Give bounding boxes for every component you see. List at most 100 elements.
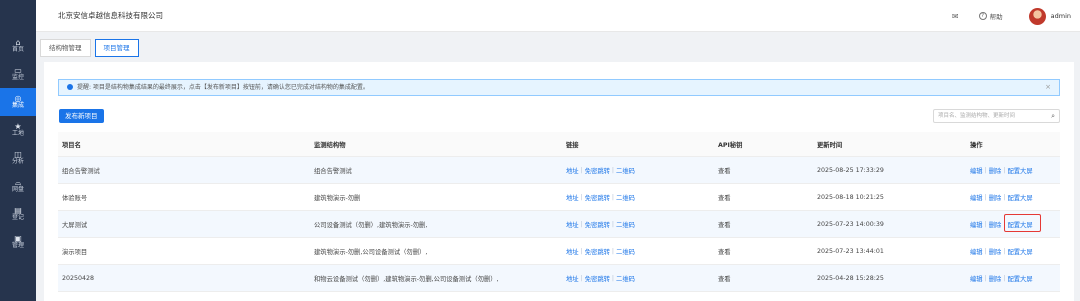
links-cell: 地址 | 免密跳转 | 二维码 bbox=[566, 238, 635, 264]
link-address[interactable]: 地址 bbox=[566, 166, 579, 175]
link-address[interactable]: 地址 bbox=[566, 193, 579, 202]
link-qrcode[interactable]: 二维码 bbox=[616, 166, 635, 175]
project-name-cell: 20250428 bbox=[62, 274, 95, 282]
link-qrcode[interactable]: 二维码 bbox=[616, 274, 635, 283]
updated-time-cell: 2025-04-28 15:28:25 bbox=[817, 274, 884, 282]
project-name-cell: 组合告警测试 bbox=[62, 167, 100, 175]
sidebar-item-7[interactable]: ▣ 管理 bbox=[0, 228, 36, 256]
info-alert: 提醒: 项目是结构物集成结果的最终展示，点击【发布新项目】按钮前，请确认您已完成… bbox=[58, 79, 1060, 96]
main-panel: 提醒: 项目是结构物集成结果的最终展示，点击【发布新项目】按钮前，请确认您已完成… bbox=[44, 62, 1074, 301]
links-cell: 地址 | 免密跳转 | 二维码 bbox=[566, 211, 635, 237]
edit-button[interactable]: 编辑 bbox=[970, 220, 983, 229]
separator: | bbox=[1003, 274, 1006, 282]
separator: | bbox=[611, 274, 615, 282]
sidebar-item-label: 工地 bbox=[11, 129, 24, 137]
edit-button[interactable]: 编辑 bbox=[970, 193, 983, 202]
link-address[interactable]: 地址 bbox=[566, 220, 579, 229]
sidebar-item-1[interactable]: ▭ 监控 bbox=[0, 60, 36, 88]
configure-screen-button[interactable]: 配置大屏 bbox=[1007, 247, 1032, 256]
sidebar-item-2[interactable]: ◎ 集成 bbox=[0, 88, 36, 116]
api-key-cell[interactable]: 查看 bbox=[718, 211, 731, 237]
actions-cell: 编辑 | 删除 | 配置大屏 bbox=[970, 265, 1033, 291]
link-password-free[interactable]: 免密跳转 bbox=[585, 247, 610, 256]
delete-button[interactable]: 删除 bbox=[989, 193, 1002, 202]
links-cell: 地址 | 免密跳转 | 二维码 bbox=[566, 265, 635, 291]
search-input[interactable]: 项目名、监测结构物、更新时间 ⌕ bbox=[933, 109, 1060, 123]
sidebar-item-0[interactable]: ⌂ 首页 bbox=[0, 32, 36, 60]
edit-button[interactable]: 编辑 bbox=[970, 274, 983, 283]
structure-cell: 组合告警测试 bbox=[314, 167, 352, 175]
link-password-free[interactable]: 免密跳转 bbox=[585, 274, 610, 283]
separator: | bbox=[580, 274, 583, 282]
tab-project-management[interactable]: 项目管理 bbox=[94, 39, 139, 57]
delete-button[interactable]: 删除 bbox=[989, 166, 1002, 175]
configure-screen-button[interactable]: 配置大屏 bbox=[1007, 193, 1032, 202]
top-header: 北京安信卓越信息科技有限公司 ✉ ? 帮助 admin bbox=[36, 0, 1080, 32]
sidebar-item-label: 登记 bbox=[11, 213, 24, 221]
api-key-cell[interactable]: 查看 bbox=[718, 238, 731, 264]
link-password-free[interactable]: 免密跳转 bbox=[585, 193, 610, 202]
delete-button[interactable]: 删除 bbox=[989, 220, 1002, 229]
api-key-cell[interactable]: 查看 bbox=[718, 184, 731, 210]
tab-structure-management[interactable]: 结构物管理 bbox=[40, 39, 91, 57]
configure-screen-button[interactable]: 配置大屏 bbox=[1007, 274, 1032, 283]
project-name-cell: 大屏测试 bbox=[62, 221, 88, 229]
actions-cell: 编辑 | 删除 | 配置大屏 bbox=[970, 157, 1033, 183]
sidebar-item-label: 首页 bbox=[11, 45, 24, 53]
sidebar-item-label: 集成 bbox=[11, 101, 24, 109]
separator: | bbox=[580, 220, 583, 228]
app-root: ⌂ 首页 ▭ 监控 ◎ 集成 ★ 工地 ◫ 分析 ⌓ 网盘 ▤ 登记 ▣ 管理 北京安信卓越信息科技有限公司 … bbox=[0, 0, 1080, 301]
edit-button[interactable]: 编辑 bbox=[970, 247, 983, 256]
avatar[interactable] bbox=[1028, 7, 1046, 25]
close-icon[interactable]: × bbox=[1045, 80, 1051, 95]
link-address[interactable]: 地址 bbox=[566, 247, 579, 256]
actions-cell: 编辑 | 删除 | 配置大屏 bbox=[970, 184, 1033, 210]
delete-button[interactable]: 删除 bbox=[989, 247, 1002, 256]
link-qrcode[interactable]: 二维码 bbox=[616, 193, 635, 202]
link-qrcode[interactable]: 二维码 bbox=[616, 220, 635, 229]
separator: | bbox=[984, 166, 987, 174]
structure-cell: 建筑物演示-勿删 bbox=[314, 194, 361, 202]
search-icon[interactable]: ⌕ bbox=[1051, 110, 1055, 122]
link-password-free[interactable]: 免密跳转 bbox=[585, 220, 610, 229]
sidebar-item-5[interactable]: ⌓ 网盘 bbox=[0, 172, 36, 200]
sidebar-item-label: 网盘 bbox=[11, 185, 24, 193]
sidebar: ⌂ 首页 ▭ 监控 ◎ 集成 ★ 工地 ◫ 分析 ⌓ 网盘 ▤ 登记 ▣ 管理 bbox=[0, 0, 36, 301]
separator: | bbox=[984, 193, 987, 201]
api-key-cell[interactable]: 查看 bbox=[718, 265, 731, 291]
publish-project-button[interactable]: 发布新项目 bbox=[59, 109, 104, 123]
tab-bar: 结构物管理 项目管理 bbox=[40, 39, 143, 57]
link-password-free[interactable]: 免密跳转 bbox=[585, 166, 610, 175]
sidebar-item-3[interactable]: ★ 工地 bbox=[0, 116, 36, 144]
configure-screen-button[interactable]: 配置大屏 bbox=[1007, 166, 1032, 175]
help-link[interactable]: ? 帮助 bbox=[978, 11, 1003, 21]
separator: | bbox=[1003, 193, 1006, 201]
updated-time-cell: 2025-07-23 13:44:01 bbox=[817, 247, 884, 255]
sidebar-item-6[interactable]: ▤ 登记 bbox=[0, 200, 36, 228]
project-name-cell: 体验账号 bbox=[62, 194, 88, 202]
project-table: 项目名 监测结构物 链接 API秘钥 更新时间 操作 组合告警测试 组合告警测试 地址 | 免密跳转… bbox=[58, 132, 1060, 292]
user-name[interactable]: admin bbox=[1051, 12, 1071, 20]
mail-icon[interactable]: ✉ bbox=[952, 12, 959, 21]
separator: | bbox=[1003, 166, 1006, 174]
column-header: 链接 bbox=[566, 141, 579, 149]
structure-cell: 和物云设备测试（勿删）,建筑物演示-勿删,公司设备测试（勿删）, bbox=[314, 275, 499, 283]
column-header: 更新时间 bbox=[817, 141, 843, 149]
link-qrcode[interactable]: 二维码 bbox=[616, 247, 635, 256]
updated-time-cell: 2025-07-23 14:00:39 bbox=[817, 220, 884, 228]
links-cell: 地址 | 免密跳转 | 二维码 bbox=[566, 184, 635, 210]
edit-button[interactable]: 编辑 bbox=[970, 166, 983, 175]
column-header: 监测结构物 bbox=[314, 141, 346, 149]
separator: | bbox=[580, 166, 583, 174]
sidebar-item-label: 监控 bbox=[11, 73, 24, 81]
table-header-row: 项目名 监测结构物 链接 API秘钥 更新时间 操作 bbox=[58, 132, 1060, 157]
api-key-cell[interactable]: 查看 bbox=[718, 157, 731, 183]
separator: | bbox=[580, 193, 583, 201]
links-cell: 地址 | 免密跳转 | 二维码 bbox=[566, 157, 635, 183]
project-name-cell: 演示项目 bbox=[62, 248, 88, 256]
actions-cell: 编辑 | 删除 | 配置大屏 bbox=[970, 238, 1033, 264]
table-row: 大屏测试 公司设备测试（勿删）,建筑物演示-勿删, 地址 | 免密跳转 | 二维码 查看 202… bbox=[58, 211, 1060, 238]
delete-button[interactable]: 删除 bbox=[989, 274, 1002, 283]
link-address[interactable]: 地址 bbox=[566, 274, 579, 283]
sidebar-item-4[interactable]: ◫ 分析 bbox=[0, 144, 36, 172]
